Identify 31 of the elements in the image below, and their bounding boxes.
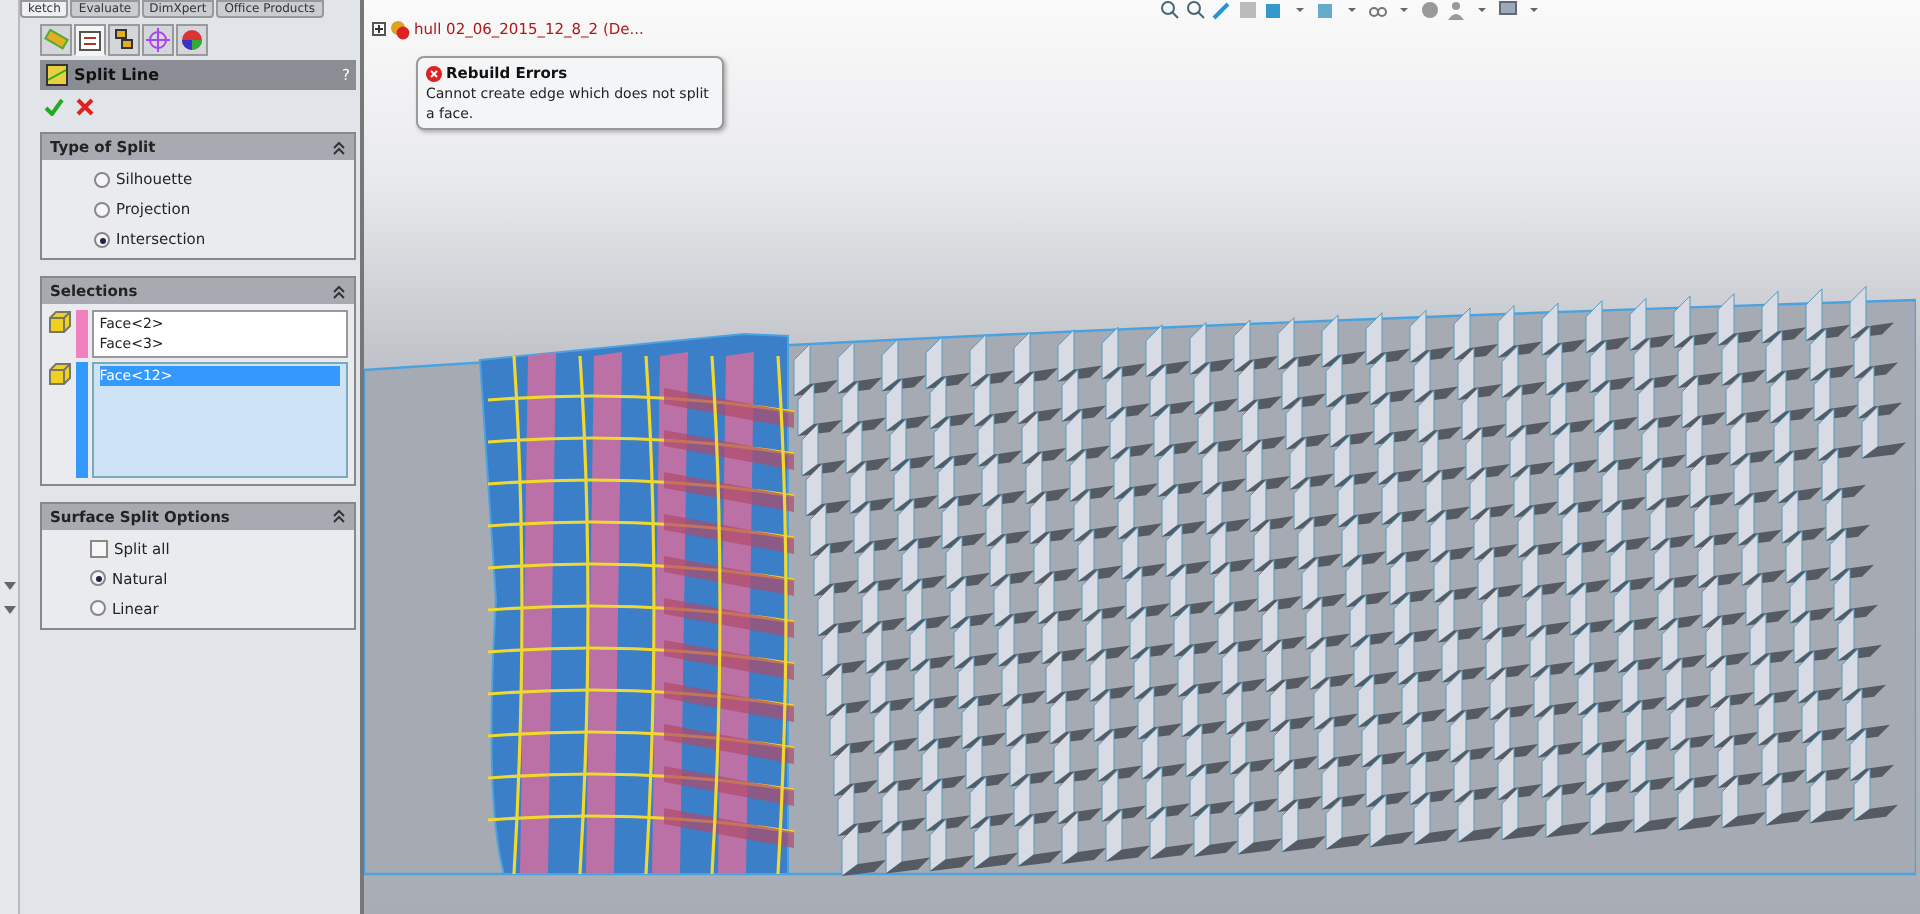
radio-button[interactable] bbox=[90, 600, 106, 617]
cancel-icon[interactable] bbox=[76, 98, 94, 116]
error-icon bbox=[426, 65, 442, 82]
ok-checkmark-icon[interactable] bbox=[44, 98, 64, 116]
feature-tree-icon bbox=[42, 26, 70, 54]
checkbox[interactable] bbox=[90, 539, 108, 558]
collapse-icon[interactable] bbox=[332, 139, 346, 155]
monitor-icon[interactable] bbox=[1498, 0, 1518, 20]
color-wheel-icon bbox=[178, 26, 206, 54]
configuration-icon bbox=[110, 26, 138, 54]
down-arrow-icon[interactable] bbox=[3, 606, 15, 614]
collapse-icon[interactable] bbox=[332, 283, 346, 299]
panel-title: Split Line bbox=[74, 63, 160, 87]
property-sheet-icon bbox=[76, 26, 104, 54]
expand-icon[interactable] bbox=[372, 22, 386, 37]
collapse-icon[interactable] bbox=[332, 508, 346, 525]
radio-button[interactable] bbox=[94, 201, 110, 217]
radio-button[interactable] bbox=[94, 171, 110, 187]
part-error-icon bbox=[390, 19, 410, 40]
split-line-icon bbox=[46, 64, 68, 86]
zoom-icon[interactable] bbox=[1186, 0, 1206, 20]
crosshair-icon bbox=[144, 26, 172, 54]
down-arrow-icon[interactable] bbox=[3, 582, 15, 590]
radio-button[interactable] bbox=[90, 570, 106, 587]
radio-button[interactable] bbox=[94, 231, 110, 247]
zoom-icon[interactable] bbox=[1160, 0, 1180, 20]
sphere-icon[interactable] bbox=[1420, 0, 1440, 20]
panel-tab[interactable] bbox=[74, 24, 106, 56]
panel-tab[interactable] bbox=[108, 24, 140, 56]
panel-tab[interactable] bbox=[176, 24, 208, 56]
person-icon[interactable] bbox=[1446, 0, 1466, 20]
